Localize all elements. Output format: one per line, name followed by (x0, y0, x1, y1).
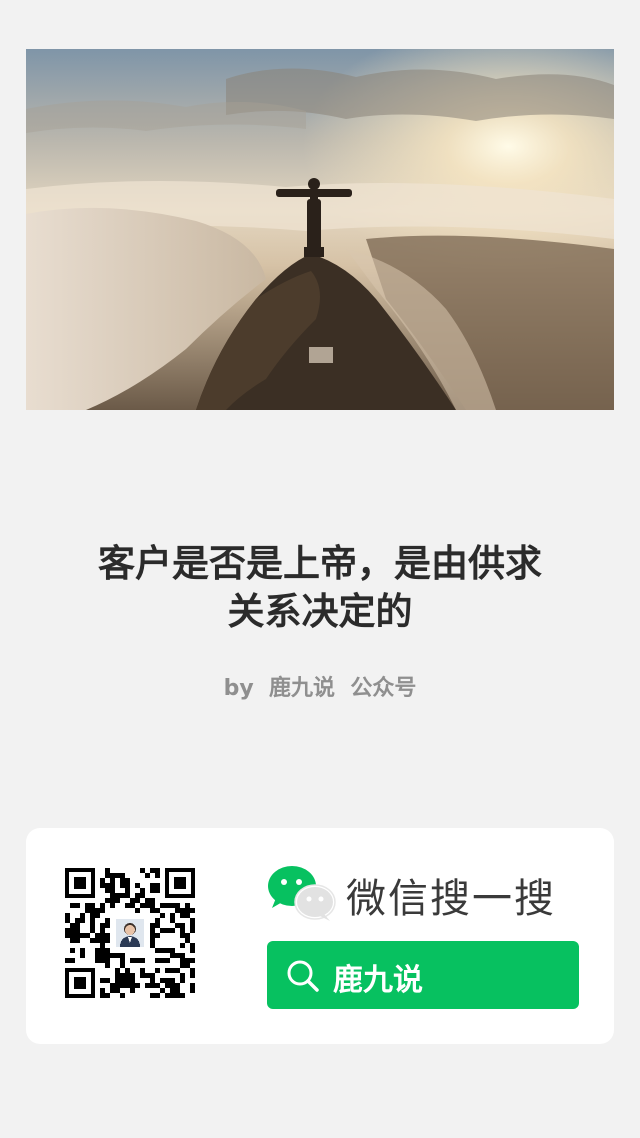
wechat-search-card: 微信搜一搜 鹿九说 (26, 828, 614, 1044)
search-button[interactable]: 鹿九说 (267, 941, 579, 1009)
cover-image (26, 49, 614, 410)
share-poster: 客户是否是上帝，是由供求 关系决定的 by 鹿九说 公众号 微信搜一搜 鹿九说 (0, 0, 640, 1138)
article-title: 客户是否是上帝，是由供求 关系决定的 (40, 540, 600, 636)
wechat-logo-icon (266, 864, 336, 922)
qr-code-icon[interactable] (65, 868, 195, 998)
search-keyword: 鹿九说 (333, 963, 423, 998)
article-byline: by 鹿九说 公众号 (223, 676, 417, 701)
article-title-line1: 客户是否是上帝，是由供求 (98, 542, 542, 585)
search-icon (287, 960, 319, 992)
article-title-line2: 关系决定的 (227, 590, 413, 633)
search-title: 微信搜一搜 (346, 876, 556, 922)
